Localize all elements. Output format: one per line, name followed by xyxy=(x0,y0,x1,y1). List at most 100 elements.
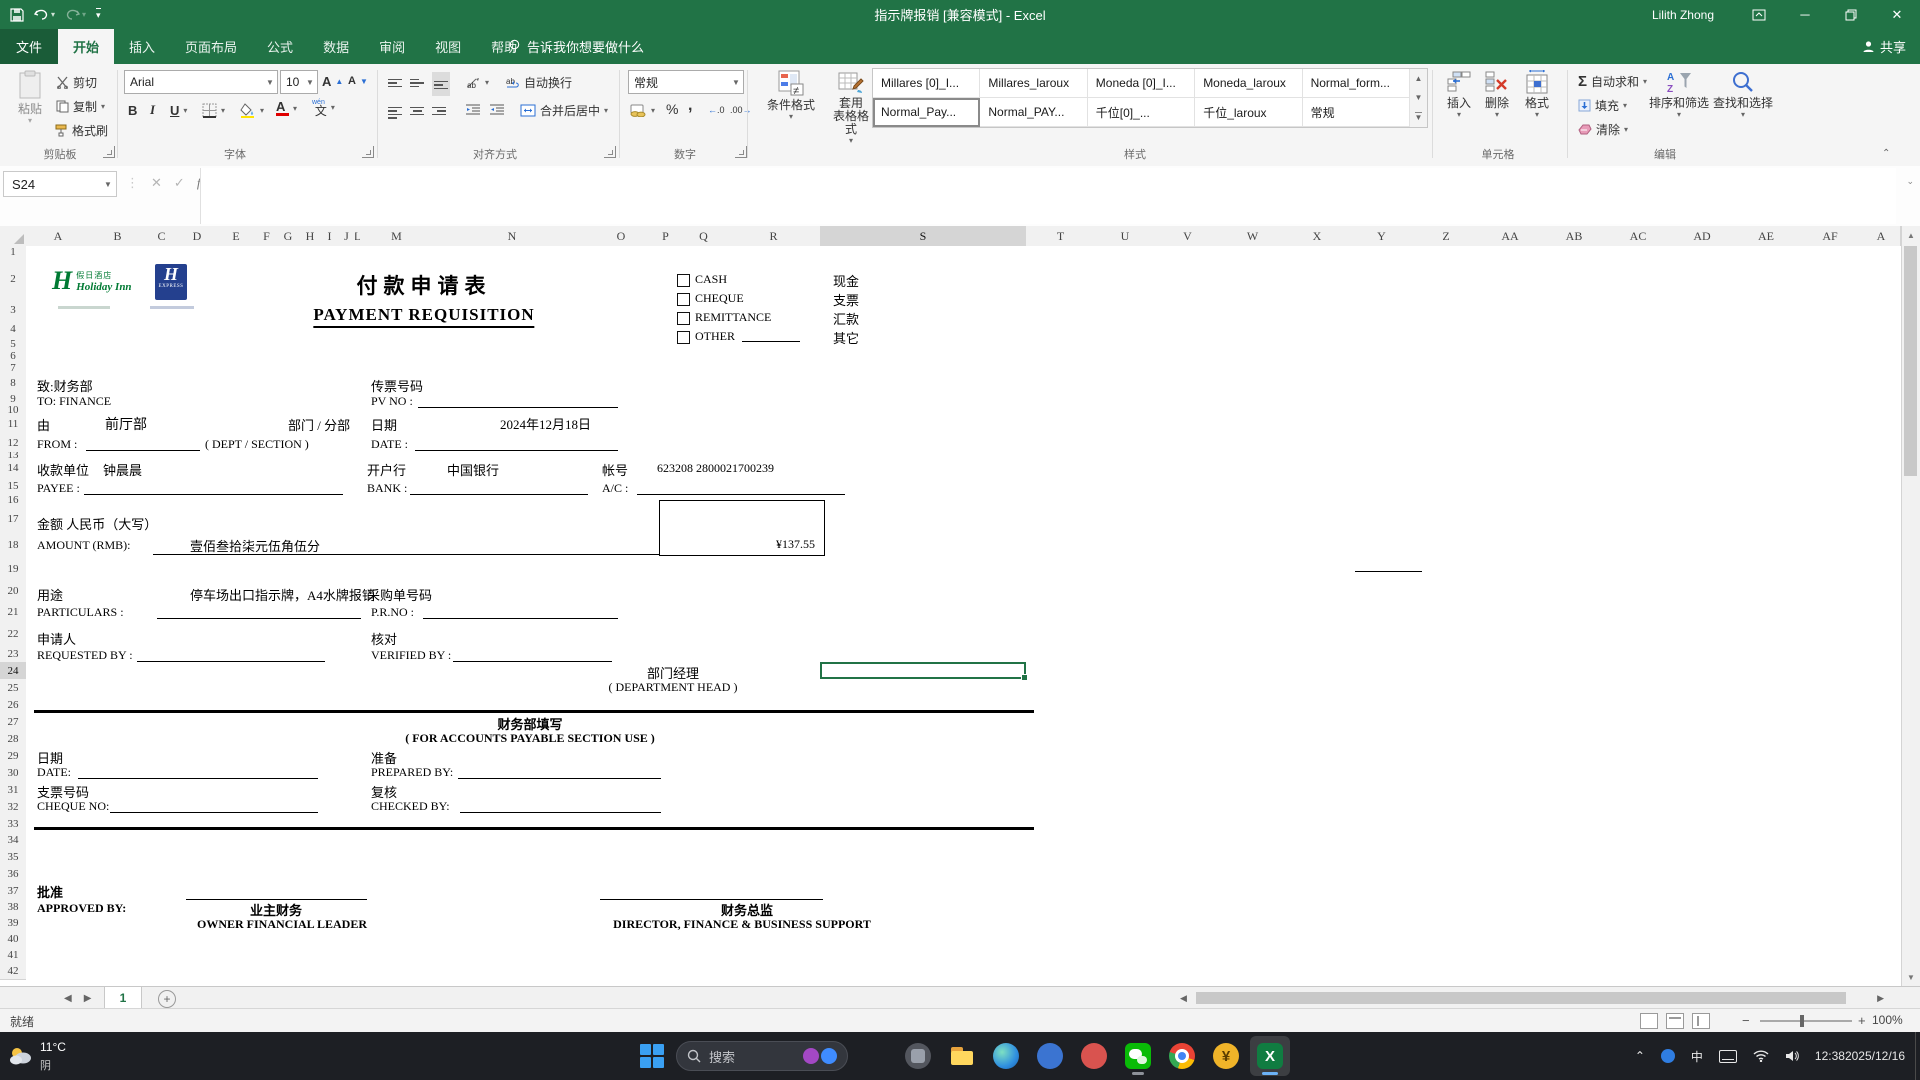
tray-chevron-icon[interactable]: ⌃ xyxy=(1635,1049,1645,1063)
horizontal-scroll-thumb[interactable] xyxy=(1196,992,1846,1004)
autosum-button[interactable]: Σ 自动求和 ▾ xyxy=(1578,71,1647,91)
tab-4[interactable]: 数据 xyxy=(308,29,364,64)
font-color-button[interactable]: A ▾ xyxy=(276,98,297,118)
tab-5[interactable]: 审阅 xyxy=(364,29,420,64)
align-center-icon[interactable] xyxy=(410,100,424,120)
comma-style-button[interactable]: , xyxy=(688,96,692,116)
row-header-9[interactable]: 9 xyxy=(0,391,27,407)
column-header-U[interactable]: U xyxy=(1095,226,1156,247)
column-header-J[interactable]: J xyxy=(338,226,356,247)
tab-1[interactable]: 插入 xyxy=(114,29,170,64)
borders-button[interactable]: ▾ xyxy=(202,100,225,120)
number-dialog-launcher[interactable] xyxy=(735,146,747,158)
sheet-nav-left-icon[interactable]: ◀ xyxy=(64,993,72,1004)
tab-2[interactable]: 页面布局 xyxy=(170,29,252,64)
taskbar-icon-app-blue[interactable] xyxy=(1030,1036,1070,1076)
selected-cell-S24[interactable] xyxy=(820,662,1028,681)
taskbar-icon-edge[interactable] xyxy=(986,1036,1026,1076)
enter-formula-icon[interactable]: ✓ xyxy=(174,175,185,191)
alignment-dialog-launcher[interactable] xyxy=(604,146,616,158)
taskbar-icon-chrome[interactable] xyxy=(1162,1036,1202,1076)
align-bottom-icon[interactable] xyxy=(432,72,450,96)
column-header-AB[interactable]: AB xyxy=(1542,226,1607,247)
increase-decimal-icon[interactable]: ←.0 xyxy=(708,100,725,120)
column-header-V[interactable]: V xyxy=(1155,226,1221,247)
sort-filter-button[interactable]: AZ 排序和筛选 ▾ xyxy=(1648,70,1710,119)
row-header-25[interactable]: 25 xyxy=(0,679,27,697)
column-header-H[interactable]: H xyxy=(299,226,322,247)
vertical-scrollbar[interactable]: ▲ ▼ xyxy=(1901,226,1920,986)
row-header-40[interactable]: 40 xyxy=(0,931,27,948)
taskbar-icon-app-yellow[interactable]: ¥ xyxy=(1206,1036,1246,1076)
close-button[interactable]: ✕ xyxy=(1874,0,1920,29)
tab-file[interactable]: 文件 xyxy=(0,29,58,64)
row-header-18[interactable]: 18 xyxy=(0,532,27,559)
collapse-ribbon-icon[interactable]: ⌃ xyxy=(1882,148,1890,159)
decrease-font-icon[interactable]: A ▼ xyxy=(348,71,368,91)
accounting-format-button[interactable]: ▾ xyxy=(630,100,655,120)
row-header-14[interactable]: 14 xyxy=(0,458,27,478)
scroll-down-icon[interactable]: ▼ xyxy=(1902,968,1920,986)
taskbar-icon-app-window[interactable] xyxy=(898,1036,938,1076)
decrease-decimal-icon[interactable]: .00→ xyxy=(730,100,752,120)
row-header-11[interactable]: 11 xyxy=(0,413,27,435)
normal-view-icon[interactable] xyxy=(1640,1013,1658,1029)
row-header-12[interactable]: 12 xyxy=(0,434,27,453)
sheet-nav-right-icon[interactable]: ▶ xyxy=(84,993,92,1004)
copy-button[interactable]: 复制 ▾ xyxy=(56,96,105,116)
row-header-8[interactable]: 8 xyxy=(0,374,27,392)
column-header-AD[interactable]: AD xyxy=(1670,226,1735,247)
row-header-20[interactable]: 20 xyxy=(0,580,27,602)
zoom-out-icon[interactable]: − xyxy=(1742,1013,1750,1028)
zoom-in-icon[interactable]: + xyxy=(1858,1013,1866,1028)
row-header-30[interactable]: 30 xyxy=(0,764,27,782)
column-header-Q[interactable]: Q xyxy=(680,226,728,247)
taskbar-icon-wechat[interactable] xyxy=(1118,1036,1158,1076)
font-dialog-launcher[interactable] xyxy=(362,146,374,158)
merge-center-button[interactable]: 合并后居中 ▾ xyxy=(520,100,608,120)
new-sheet-button[interactable]: + xyxy=(158,990,176,1008)
conditional-formatting-button[interactable]: ≠ 条件格式 ▾ xyxy=(754,70,828,121)
row-header-26[interactable]: 26 xyxy=(0,696,27,714)
ribbon-display-options-icon[interactable] xyxy=(1736,0,1782,29)
column-header-AE[interactable]: AE xyxy=(1734,226,1799,247)
column-header-C[interactable]: C xyxy=(145,226,179,247)
hscroll-right-icon[interactable]: ▶ xyxy=(1877,993,1884,1004)
row-header-38[interactable]: 38 xyxy=(0,899,27,916)
row-header-5[interactable]: 5 xyxy=(0,337,27,351)
column-header-D[interactable]: D xyxy=(178,226,217,247)
find-select-button[interactable]: 查找和选择 ▾ xyxy=(1712,70,1774,119)
cell-style-item[interactable]: Moneda [0]_I... xyxy=(1087,69,1196,98)
zoom-level[interactable]: 100% xyxy=(1872,1013,1903,1027)
column-header-E[interactable]: E xyxy=(216,226,257,247)
page-layout-view-icon[interactable] xyxy=(1666,1013,1684,1029)
delete-cells-button[interactable]: 删除 ▾ xyxy=(1478,70,1516,119)
hscroll-left-icon[interactable]: ◀ xyxy=(1180,993,1187,1004)
column-header-A[interactable]: A xyxy=(26,226,91,247)
taskbar-icon-excel[interactable]: X xyxy=(1250,1036,1290,1076)
row-header-21[interactable]: 21 xyxy=(0,601,27,623)
column-header-O[interactable]: O xyxy=(591,226,652,247)
insert-cells-button[interactable]: 插入 ▾ xyxy=(1440,70,1478,119)
search-highlight-icon[interactable] xyxy=(803,1048,819,1064)
row-header-31[interactable]: 31 xyxy=(0,781,27,799)
cell-style-item[interactable]: 常规 xyxy=(1302,98,1410,127)
minimize-button[interactable]: ─ xyxy=(1782,0,1828,29)
vertical-scroll-thumb[interactable] xyxy=(1904,246,1917,476)
search-box[interactable]: 搜索 xyxy=(676,1041,848,1071)
format-painter-button[interactable]: 格式刷 xyxy=(54,120,108,140)
decrease-indent-icon[interactable] xyxy=(466,100,481,120)
row-header-22[interactable]: 22 xyxy=(0,622,27,646)
row-header-36[interactable]: 36 xyxy=(0,865,27,883)
column-header-T[interactable]: T xyxy=(1026,226,1096,247)
column-header-M[interactable]: M xyxy=(360,226,434,247)
clipboard-dialog-launcher[interactable] xyxy=(103,146,115,158)
select-all-corner[interactable] xyxy=(0,226,27,247)
column-header-AC[interactable]: AC xyxy=(1606,226,1671,247)
column-header-I[interactable]: I xyxy=(321,226,339,247)
row-header-17[interactable]: 17 xyxy=(0,506,27,533)
bold-button[interactable]: B xyxy=(128,100,137,120)
column-header-X[interactable]: X xyxy=(1285,226,1350,247)
row-header-4[interactable]: 4 xyxy=(0,320,27,338)
percent-style-button[interactable]: % xyxy=(666,99,678,119)
